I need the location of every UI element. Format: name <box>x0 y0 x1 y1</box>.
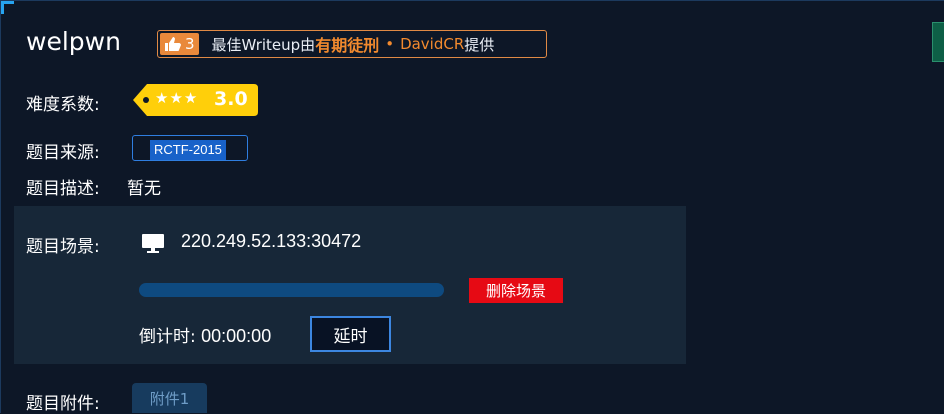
writeup-winner[interactable]: 有期徒刑 <box>315 32 379 56</box>
scene-label: 题目场景: <box>26 237 100 257</box>
difficulty-value: 3.0 <box>214 88 248 110</box>
description-value: 暂无 <box>127 179 161 199</box>
countdown-label: 倒计时: <box>139 327 196 347</box>
scene-progress-bar <box>139 283 444 297</box>
difficulty-stars: ★★★ <box>155 89 199 107</box>
extend-time-button[interactable]: 延时 <box>310 316 391 352</box>
corner-decoration <box>1 1 14 14</box>
delete-scene-button[interactable]: 删除场景 <box>469 278 563 303</box>
attachment-file-button[interactable]: 附件1 <box>132 383 207 413</box>
source-badge: RCTF-2015 <box>132 135 248 161</box>
scene-panel: 题目场景: 220.249.52.133:30472 删除场景 倒计时: 00:… <box>14 206 686 364</box>
writeup-author[interactable]: DavidCR <box>400 35 464 53</box>
like-count: 3 <box>185 35 195 53</box>
best-writeup-badge[interactable]: 3 最佳Writeup由 有期徒刑 • DavidCR 提供 <box>157 30 547 58</box>
challenge-title: welpwn <box>26 27 121 56</box>
countdown: 倒计时: 00:00:00 <box>139 322 271 347</box>
attachment-label: 题目附件: <box>26 394 100 414</box>
scene-progress-fill <box>139 283 444 297</box>
countdown-value: 00:00:00 <box>201 326 272 346</box>
writeup-prefix: 最佳Writeup由 <box>211 35 316 54</box>
scene-address[interactable]: 220.249.52.133:30472 <box>181 231 361 252</box>
difficulty-tag: ★★★ 3.0 <box>133 84 258 116</box>
source-value: RCTF-2015 <box>150 140 226 160</box>
like-counter[interactable]: 3 <box>160 33 199 55</box>
monitor-icon <box>142 234 164 253</box>
writeup-suffix: 提供 <box>464 35 495 54</box>
source-label: 题目来源: <box>26 143 100 163</box>
difficulty-label: 难度系数: <box>26 95 100 115</box>
thumbs-up-icon <box>165 37 181 51</box>
side-panel-tab[interactable] <box>932 22 944 62</box>
description-label: 题目描述: <box>26 179 100 199</box>
writeup-separator: • <box>385 35 395 53</box>
